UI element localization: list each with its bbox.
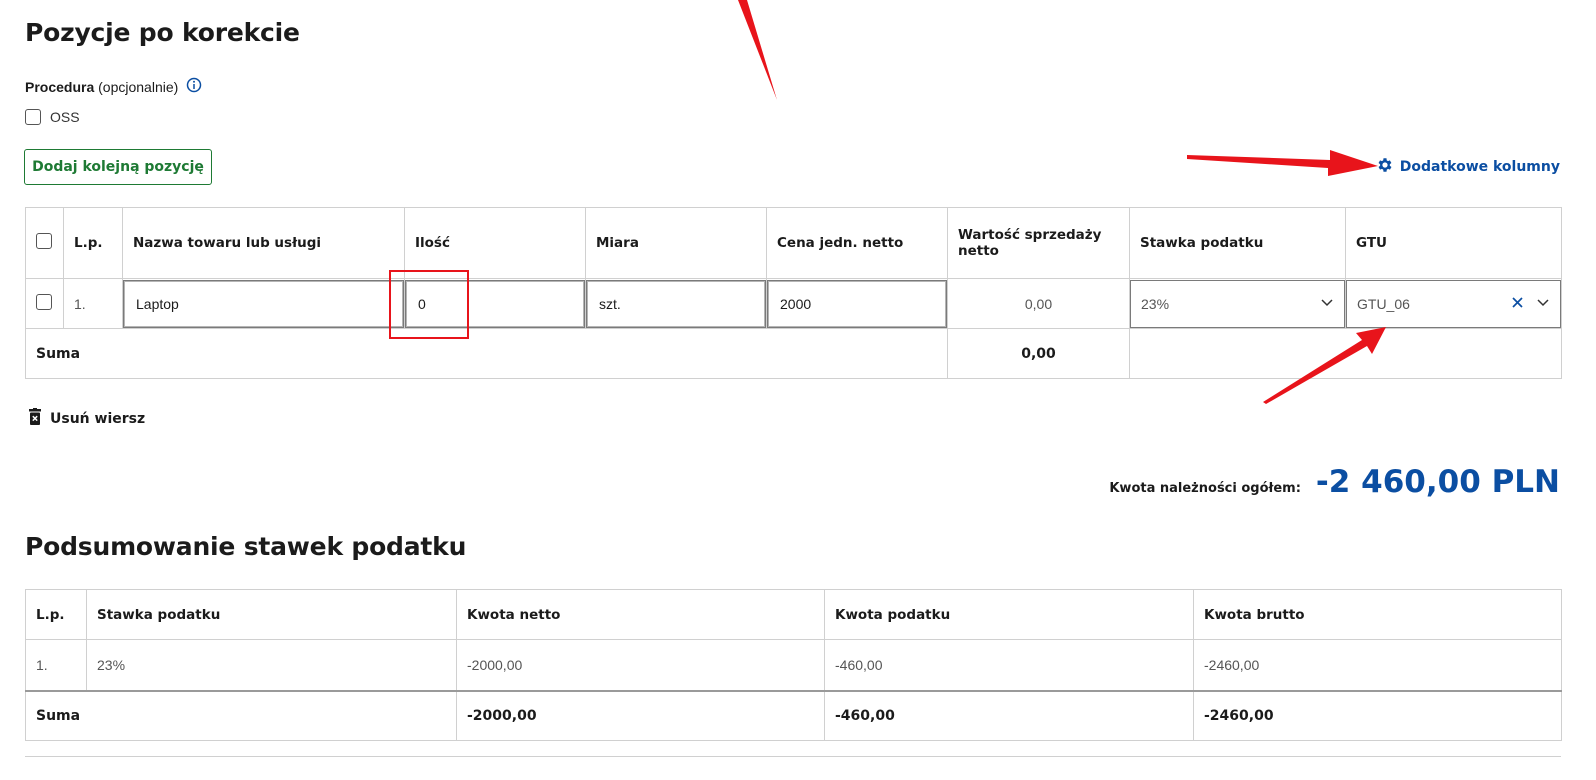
annotation-arrows-layer: [738, 0, 1386, 404]
annotation-arrow-top: [738, 0, 777, 100]
annotation-arrow-extra-columns: [1187, 150, 1378, 176]
annotation-arrow-gtu: [1263, 327, 1386, 404]
